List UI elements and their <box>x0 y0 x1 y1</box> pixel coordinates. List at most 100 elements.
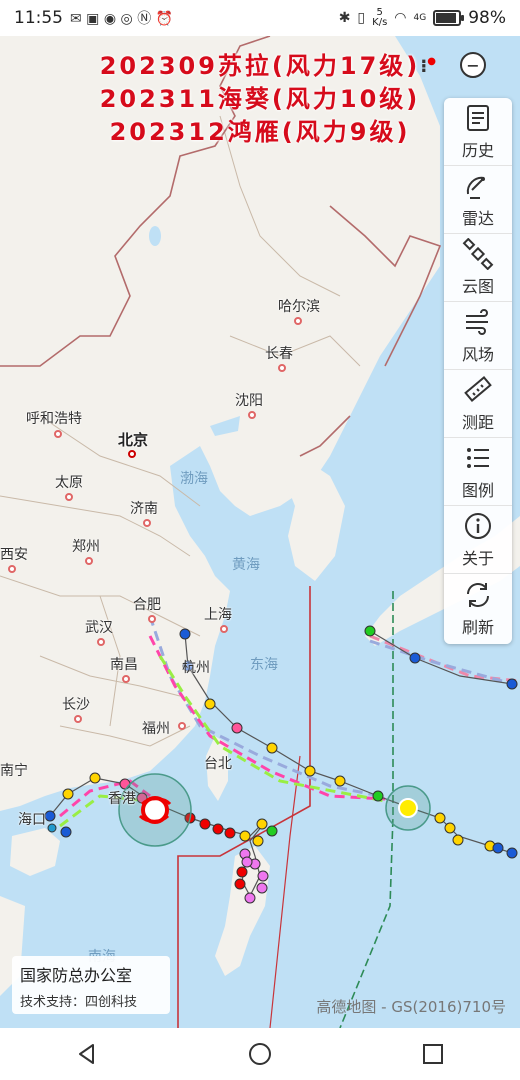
city-dot <box>85 557 93 565</box>
tool-legend[interactable]: 图例 <box>444 438 512 506</box>
lake <box>149 226 161 246</box>
sea-label-bohai: 渤海 <box>180 471 208 487</box>
city-label: 呼和浩特 <box>26 411 82 427</box>
city-label: 台北 <box>204 756 232 772</box>
city-label: 武汉 <box>85 620 113 636</box>
bluetooth-icon: ✱ <box>338 10 351 26</box>
warning-line-48h <box>339 591 394 1028</box>
city-label: 上海 <box>204 607 232 623</box>
map-toolbar: 历史 雷达 云图 风场 测距 图例 关于 刷新 <box>444 98 512 644</box>
city-label: 济南 <box>130 501 158 517</box>
nav-home-button[interactable] <box>230 1034 290 1074</box>
city-label: 哈尔滨 <box>278 299 320 315</box>
city-dot <box>143 519 151 527</box>
satellite-icon <box>462 238 494 270</box>
city-dot <box>178 722 186 730</box>
battery-percent: 98% <box>468 8 506 28</box>
credit-support: 技术支持：四创科技 <box>20 995 138 1010</box>
tool-label: 刷新 <box>461 617 494 637</box>
signal-label: 4G <box>413 13 427 23</box>
city-label: 长春 <box>265 346 293 362</box>
tool-label: 风场 <box>461 345 494 364</box>
city-dot <box>220 625 228 633</box>
net-speed: 5 K/s <box>372 8 387 28</box>
typhoon-saola-marker <box>118 773 192 847</box>
title-line-saola: 202309苏拉(风力17级) <box>99 52 421 80</box>
tool-wind[interactable]: 风场 <box>444 302 512 370</box>
city-dot <box>74 715 82 723</box>
tool-label: 测距 <box>461 413 494 432</box>
tool-label: 图例 <box>461 481 494 500</box>
status-left: 11:55 ✉ ▣ ◉ ◎ Ⓝ ⏰ <box>14 8 173 28</box>
tool-label: 关于 <box>461 549 494 568</box>
tool-radar[interactable]: 雷达 <box>444 166 512 234</box>
city-label: 南昌 <box>110 657 138 673</box>
credit-box: 国家防总办公室 技术支持：四创科技 <box>12 956 170 1014</box>
title-line-hongyan: 202312鸿雁(风力9级) <box>109 118 411 146</box>
city-dot <box>248 411 256 419</box>
map-base <box>0 36 520 1028</box>
battery-icon <box>433 10 465 26</box>
back-icon <box>78 1044 94 1064</box>
net-speed-unit: K/s <box>372 17 388 28</box>
sea-label-yellow: 黄海 <box>232 557 260 573</box>
city-dot <box>54 430 62 438</box>
city-dot <box>278 364 286 372</box>
city-label: 沈阳 <box>235 393 263 409</box>
city-dot <box>8 565 16 573</box>
home-icon <box>248 1043 271 1065</box>
tool-label: 历史 <box>461 141 494 160</box>
tool-measure[interactable]: 测距 <box>444 370 512 438</box>
wind-icon <box>466 309 488 335</box>
legend-icon <box>467 448 489 468</box>
typhoon-map[interactable]: 202309苏拉(风力17级) 202311海葵(风力10级) 202312鸿雁… <box>0 36 520 1028</box>
warning-line-inner <box>269 755 301 1028</box>
city-dot <box>128 450 136 458</box>
typhoon-haikui-marker <box>385 785 431 831</box>
city-label: 福州 <box>142 721 170 737</box>
tool-about[interactable]: 关于 <box>444 506 512 574</box>
status-right: ✱ ▯ 5 K/s ◠ 4G 98% <box>338 8 506 29</box>
info-icon <box>465 513 491 539</box>
city-dot <box>294 317 302 325</box>
city-label: 西安 <box>0 547 28 563</box>
city-label: 郑州 <box>72 539 100 555</box>
nav-recents-button[interactable] <box>403 1034 463 1074</box>
wifi-icon: ◠ <box>394 10 407 26</box>
city-label: 杭州 <box>182 660 210 676</box>
title-line-haikui: 202311海葵(风力10级) <box>99 85 421 113</box>
city-dot <box>65 493 73 501</box>
city-dot <box>122 675 130 683</box>
vibrate-icon: ▯ <box>357 10 366 26</box>
city-label: 南宁 <box>0 763 28 779</box>
tool-history[interactable]: 历史 <box>444 98 512 166</box>
notification-icons: ✉ ▣ ◉ ◎ Ⓝ ⏰ <box>70 11 174 27</box>
tool-label: 雷达 <box>461 209 494 228</box>
map-attribution: 高德地图 - GS(2016)710号 <box>316 998 506 1016</box>
city-dot <box>148 615 156 623</box>
city-label: 太原 <box>55 475 83 491</box>
typhoon-title: 202309苏拉(风力17级) 202311海葵(风力10级) 202312鸿雁… <box>0 50 520 149</box>
city-label: 海口 <box>18 812 46 828</box>
city-label-capital: 北京 <box>118 431 149 449</box>
tool-label: 云图 <box>461 277 494 296</box>
tool-refresh[interactable]: 刷新 <box>444 574 512 642</box>
minus-icon: − <box>466 55 480 75</box>
recents-icon <box>423 1044 444 1064</box>
land-korea <box>285 456 345 581</box>
tool-satellite[interactable]: 云图 <box>444 234 512 302</box>
ruler-icon <box>464 376 492 402</box>
city-label: 香港 <box>108 791 136 807</box>
city-label: 合肥 <box>133 597 161 613</box>
status-time: 11:55 <box>14 8 63 28</box>
zoom-out-button[interactable]: − <box>460 52 486 78</box>
land-philippines <box>215 846 270 976</box>
land-hainan <box>10 828 60 876</box>
system-nav-bar <box>0 1028 520 1080</box>
city-label: 长沙 <box>62 697 90 713</box>
more-icon[interactable]: ⁝● <box>420 56 436 77</box>
sea-label-east: 东海 <box>250 657 278 673</box>
status-bar: 11:55 ✉ ▣ ◉ ◎ Ⓝ ⏰ ✱ ▯ 5 K/s ◠ 4G 98% <box>0 0 520 36</box>
radar-icon <box>466 176 485 199</box>
nav-back-button[interactable] <box>57 1034 117 1074</box>
